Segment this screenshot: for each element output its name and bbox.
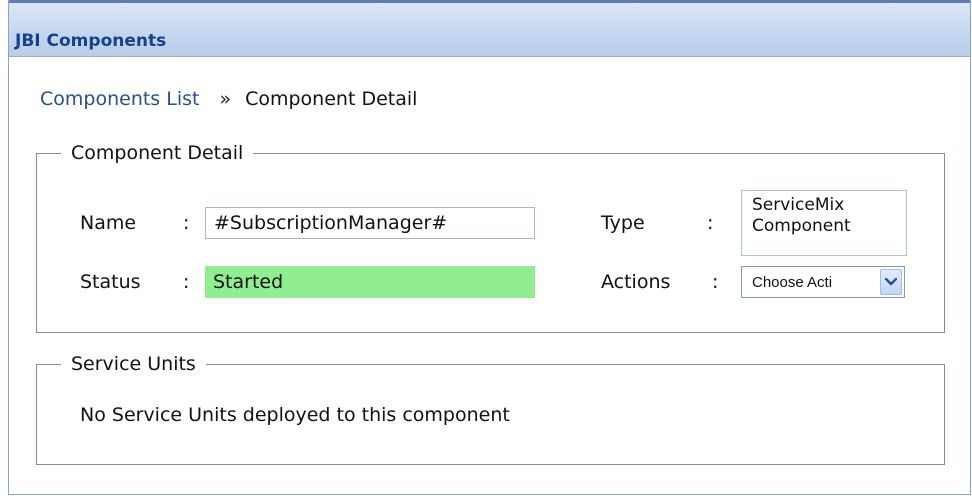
breadcrumb-current: Component Detail [245, 88, 418, 110]
component-detail-legend: Component Detail [71, 142, 244, 164]
chevron-down-icon[interactable] [880, 269, 902, 295]
component-type-value: ServiceMix Component [741, 190, 907, 256]
type-value-line1: ServiceMix [752, 195, 845, 215]
panel-title: JBI Components [15, 31, 167, 51]
actions-label: Actions [601, 271, 671, 293]
breadcrumb-components-list-link[interactable]: Components List [40, 88, 199, 110]
type-value-line2: Component [752, 216, 851, 236]
breadcrumb-separator: » [219, 88, 232, 110]
type-colon: : [707, 212, 714, 234]
actions-colon: : [712, 271, 719, 293]
service-units-legend: Service Units [71, 353, 196, 375]
component-name-field[interactable]: #SubscriptionManager# [205, 207, 535, 239]
status-colon: : [183, 271, 190, 293]
breadcrumb: Components List » Component Detail [40, 88, 417, 110]
service-units-message: No Service Units deployed to this compon… [80, 404, 510, 426]
name-colon: : [183, 212, 190, 234]
status-badge: Started [205, 266, 535, 298]
actions-select[interactable]: Choose Acti [741, 266, 905, 298]
status-label: Status [80, 271, 141, 293]
name-label: Name [80, 212, 137, 234]
type-label: Type [601, 212, 645, 234]
panel-header: JBI Components [9, 0, 970, 57]
actions-select-value: Choose Acti [752, 273, 833, 291]
